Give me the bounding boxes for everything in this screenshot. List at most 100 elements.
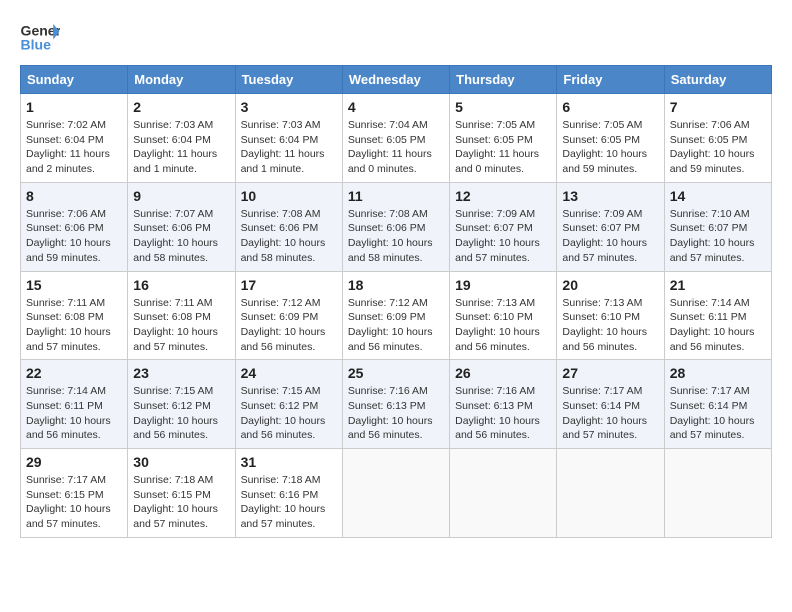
day-info: Sunrise: 7:02 AMSunset: 6:04 PMDaylight:… (26, 118, 122, 177)
calendar-week-row: 22 Sunrise: 7:14 AMSunset: 6:11 PMDayligh… (21, 360, 772, 449)
day-info: Sunrise: 7:12 AMSunset: 6:09 PMDaylight:… (241, 296, 337, 355)
day-number: 3 (241, 99, 337, 115)
day-header-thursday: Thursday (450, 66, 557, 94)
calendar-table: SundayMondayTuesdayWednesdayThursdayFrid… (20, 65, 772, 538)
day-info: Sunrise: 7:16 AMSunset: 6:13 PMDaylight:… (455, 384, 551, 443)
day-info: Sunrise: 7:17 AMSunset: 6:15 PMDaylight:… (26, 473, 122, 532)
page-header: General Blue (20, 20, 772, 55)
day-info: Sunrise: 7:07 AMSunset: 6:06 PMDaylight:… (133, 207, 229, 266)
day-info: Sunrise: 7:14 AMSunset: 6:11 PMDaylight:… (26, 384, 122, 443)
calendar-week-row: 1 Sunrise: 7:02 AMSunset: 6:04 PMDaylight… (21, 94, 772, 183)
calendar-header-row: SundayMondayTuesdayWednesdayThursdayFrid… (21, 66, 772, 94)
day-number: 10 (241, 188, 337, 204)
calendar-cell: 10 Sunrise: 7:08 AMSunset: 6:06 PMDayligh… (235, 182, 342, 271)
day-number: 29 (26, 454, 122, 470)
day-info: Sunrise: 7:10 AMSunset: 6:07 PMDaylight:… (670, 207, 766, 266)
calendar-cell: 28 Sunrise: 7:17 AMSunset: 6:14 PMDayligh… (664, 360, 771, 449)
day-number: 22 (26, 365, 122, 381)
day-number: 17 (241, 277, 337, 293)
calendar-cell: 19Sunrise: 7:13 AMSunset: 6:10 PMDayligh… (450, 271, 557, 360)
calendar-cell: 22 Sunrise: 7:14 AMSunset: 6:11 PMDayligh… (21, 360, 128, 449)
calendar-cell: 6Sunrise: 7:05 AMSunset: 6:05 PMDaylight… (557, 94, 664, 183)
day-info: Sunrise: 7:12 AMSunset: 6:09 PMDaylight:… (348, 296, 444, 355)
day-number: 19 (455, 277, 551, 293)
day-header-friday: Friday (557, 66, 664, 94)
calendar-cell: 2 Sunrise: 7:03 AMSunset: 6:04 PMDaylight… (128, 94, 235, 183)
day-header-monday: Monday (128, 66, 235, 94)
day-number: 24 (241, 365, 337, 381)
day-info: Sunrise: 7:09 AMSunset: 6:07 PMDaylight:… (455, 207, 551, 266)
day-number: 16 (133, 277, 229, 293)
calendar-cell: 5 Sunrise: 7:05 AMSunset: 6:05 PMDaylight… (450, 94, 557, 183)
day-info: Sunrise: 7:03 AMSunset: 6:04 PMDaylight:… (133, 118, 229, 177)
calendar-cell: 9 Sunrise: 7:07 AMSunset: 6:06 PMDaylight… (128, 182, 235, 271)
calendar-cell: 31Sunrise: 7:18 AMSunset: 6:16 PMDayligh… (235, 449, 342, 538)
day-info: Sunrise: 7:14 AMSunset: 6:11 PMDaylight:… (670, 296, 766, 355)
day-number: 7 (670, 99, 766, 115)
day-number: 21 (670, 277, 766, 293)
day-header-sunday: Sunday (21, 66, 128, 94)
day-number: 26 (455, 365, 551, 381)
day-number: 4 (348, 99, 444, 115)
day-info: Sunrise: 7:06 AMSunset: 6:06 PMDaylight:… (26, 207, 122, 266)
calendar-cell: 18 Sunrise: 7:12 AMSunset: 6:09 PMDayligh… (342, 271, 449, 360)
logo: General Blue (20, 20, 64, 55)
calendar-cell: 8 Sunrise: 7:06 AMSunset: 6:06 PMDaylight… (21, 182, 128, 271)
calendar-cell (664, 449, 771, 538)
day-number: 25 (348, 365, 444, 381)
calendar-cell: 26 Sunrise: 7:16 AMSunset: 6:13 PMDayligh… (450, 360, 557, 449)
day-number: 8 (26, 188, 122, 204)
day-info: Sunrise: 7:17 AMSunset: 6:14 PMDaylight:… (670, 384, 766, 443)
day-number: 5 (455, 99, 551, 115)
calendar-cell: 3Sunrise: 7:03 AMSunset: 6:04 PMDaylight… (235, 94, 342, 183)
day-info: Sunrise: 7:05 AMSunset: 6:05 PMDaylight:… (455, 118, 551, 177)
day-number: 18 (348, 277, 444, 293)
day-info: Sunrise: 7:11 AMSunset: 6:08 PMDaylight:… (26, 296, 122, 355)
day-number: 27 (562, 365, 658, 381)
day-info: Sunrise: 7:08 AMSunset: 6:06 PMDaylight:… (241, 207, 337, 266)
calendar-cell: 4 Sunrise: 7:04 AMSunset: 6:05 PMDaylight… (342, 94, 449, 183)
day-number: 14 (670, 188, 766, 204)
calendar-cell (557, 449, 664, 538)
calendar-cell: 30Sunrise: 7:18 AMSunset: 6:15 PMDayligh… (128, 449, 235, 538)
calendar-cell: 13 Sunrise: 7:09 AMSunset: 6:07 PMDayligh… (557, 182, 664, 271)
calendar-cell: 29 Sunrise: 7:17 AMSunset: 6:15 PMDayligh… (21, 449, 128, 538)
day-number: 6 (562, 99, 658, 115)
calendar-cell: 16 Sunrise: 7:11 AMSunset: 6:08 PMDayligh… (128, 271, 235, 360)
day-number: 12 (455, 188, 551, 204)
day-number: 11 (348, 188, 444, 204)
calendar-cell: 11 Sunrise: 7:08 AMSunset: 6:06 PMDayligh… (342, 182, 449, 271)
day-number: 13 (562, 188, 658, 204)
day-info: Sunrise: 7:16 AMSunset: 6:13 PMDaylight:… (348, 384, 444, 443)
day-info: Sunrise: 7:18 AMSunset: 6:15 PMDaylight:… (133, 473, 229, 532)
day-header-wednesday: Wednesday (342, 66, 449, 94)
calendar-week-row: 8 Sunrise: 7:06 AMSunset: 6:06 PMDaylight… (21, 182, 772, 271)
day-info: Sunrise: 7:06 AMSunset: 6:05 PMDaylight:… (670, 118, 766, 177)
calendar-cell: 24Sunrise: 7:15 AMSunset: 6:12 PMDayligh… (235, 360, 342, 449)
day-info: Sunrise: 7:13 AMSunset: 6:10 PMDaylight:… (562, 296, 658, 355)
day-number: 1 (26, 99, 122, 115)
day-info: Sunrise: 7:17 AMSunset: 6:14 PMDaylight:… (562, 384, 658, 443)
calendar-cell (450, 449, 557, 538)
day-info: Sunrise: 7:09 AMSunset: 6:07 PMDaylight:… (562, 207, 658, 266)
svg-text:Blue: Blue (21, 37, 52, 53)
calendar-week-row: 29 Sunrise: 7:17 AMSunset: 6:15 PMDayligh… (21, 449, 772, 538)
day-number: 9 (133, 188, 229, 204)
day-header-tuesday: Tuesday (235, 66, 342, 94)
day-number: 28 (670, 365, 766, 381)
calendar-cell: 27 Sunrise: 7:17 AMSunset: 6:14 PMDayligh… (557, 360, 664, 449)
day-info: Sunrise: 7:11 AMSunset: 6:08 PMDaylight:… (133, 296, 229, 355)
logo-icon: General Blue (20, 20, 60, 55)
calendar-cell: 14 Sunrise: 7:10 AMSunset: 6:07 PMDayligh… (664, 182, 771, 271)
day-info: Sunrise: 7:15 AMSunset: 6:12 PMDaylight:… (133, 384, 229, 443)
calendar-cell: 1 Sunrise: 7:02 AMSunset: 6:04 PMDaylight… (21, 94, 128, 183)
calendar-cell: 20Sunrise: 7:13 AMSunset: 6:10 PMDayligh… (557, 271, 664, 360)
calendar-cell: 17 Sunrise: 7:12 AMSunset: 6:09 PMDayligh… (235, 271, 342, 360)
calendar-cell: 15Sunrise: 7:11 AMSunset: 6:08 PMDayligh… (21, 271, 128, 360)
calendar-cell: 21 Sunrise: 7:14 AMSunset: 6:11 PMDayligh… (664, 271, 771, 360)
calendar-cell: 7 Sunrise: 7:06 AMSunset: 6:05 PMDaylight… (664, 94, 771, 183)
day-info: Sunrise: 7:04 AMSunset: 6:05 PMDaylight:… (348, 118, 444, 177)
day-info: Sunrise: 7:08 AMSunset: 6:06 PMDaylight:… (348, 207, 444, 266)
day-header-saturday: Saturday (664, 66, 771, 94)
day-number: 2 (133, 99, 229, 115)
